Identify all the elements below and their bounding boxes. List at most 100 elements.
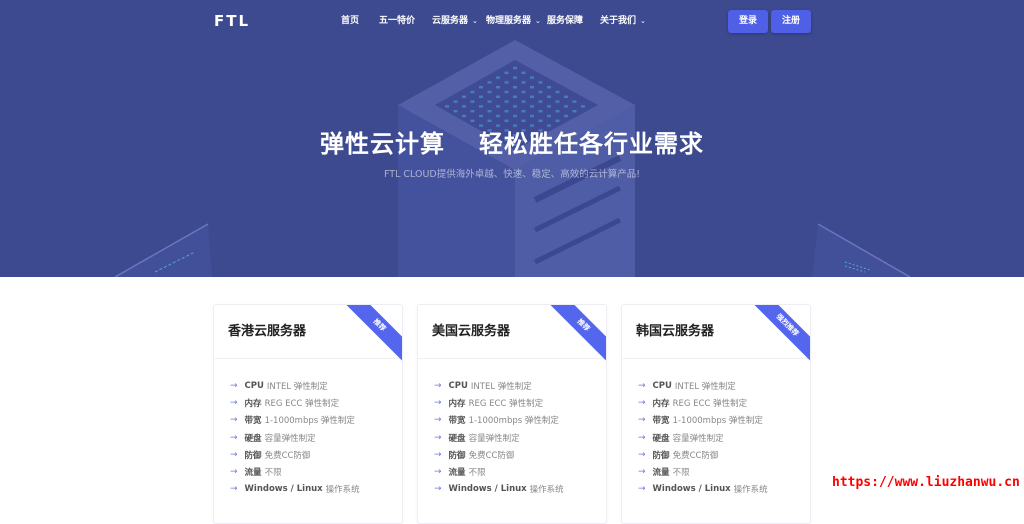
server-light [521,81,526,84]
spec-item: → Windows / Linux 操作系统 [434,481,564,498]
server-light [521,110,526,113]
server-light [453,100,458,103]
spec-key: 硬盘 [652,433,670,444]
spec-item: → Windows / Linux 操作系统 [638,481,768,498]
spec-value: 免费CC防御 [264,450,311,461]
spec-value: INTEL 弹性制定 [674,381,736,392]
card-header: 香港云服务器 推荐 [214,305,402,361]
server-light [538,90,543,94]
server-light [555,90,560,94]
server-light [547,114,551,118]
server-light [530,86,534,89]
spec-value: 容量弹性制定 [468,433,520,444]
spec-list: → CPU INTEL 弹性制定 → 内存 REG ECC 弹性制定 → 带宽 1-1000mb… [230,377,360,498]
product-card-hk[interactable]: 香港云服务器 推荐 → CPU INTEL 弹性制定 → 内存 REG ECC 弹性制定 →… [213,304,403,524]
spec-key: 内存 [244,398,262,409]
watermark: https://www.liuzhanwu.cn [832,475,1020,490]
card-title: 美国云服务器 [432,324,511,339]
spec-item: → CPU INTEL 弹性制定 [638,377,768,394]
arrow-right-icon: → [434,484,442,495]
card-title: 香港云服务器 [228,324,307,339]
nav-item-label: 关于我们 [600,16,637,26]
nav-item-may-day-sale[interactable]: 五一特价 [379,13,415,26]
spec-key: 防御 [244,450,262,461]
spec-item: → Windows / Linux 操作系统 [230,481,360,498]
spec-value: INTEL 弹性制定 [470,381,532,392]
server-light [530,105,534,108]
server-light [487,119,492,122]
arrow-right-icon: → [434,415,442,426]
server-light [479,86,483,89]
server-light [547,86,551,89]
logo[interactable]: FTL [214,12,250,30]
server-light [513,114,517,118]
spec-value: 1-1000mbps 弹性制定 [264,416,355,427]
server-light [453,110,458,113]
server-light [496,105,500,108]
spec-item: → 流量 不限 [638,463,768,480]
product-card-kr[interactable]: 韩国云服务器 强烈推荐 → CPU INTEL 弹性制定 → 内存 REG ECC 弹性制… [621,304,811,524]
server-light [496,76,500,79]
spec-key: 带宽 [652,416,670,427]
spec-item: → 内存 REG ECC 弹性制定 [434,394,564,411]
spec-key: Windows / Linux [652,484,731,495]
server-light [513,105,517,108]
nav-item-home[interactable]: 首页 [341,13,359,26]
spec-value: 不限 [672,468,690,479]
server-light [496,95,500,98]
arrow-right-icon: → [230,449,238,460]
card-header: 美国云服务器 推荐 [418,305,606,361]
arrow-right-icon: → [638,432,646,443]
nav-item-about-us[interactable]: 关于我们 ⌄ [600,13,646,26]
server-light [496,86,500,89]
server-light [521,100,526,103]
server-light [487,81,492,84]
spec-key: 防御 [448,450,466,461]
chevron-down-icon: ⌄ [640,17,646,25]
product-card-us[interactable]: 美国云服务器 推荐 → CPU INTEL 弹性制定 → 内存 REG ECC 弹性制定 →… [417,304,607,524]
server-light [555,119,560,122]
arrow-right-icon: → [638,449,646,460]
server-light [445,105,449,108]
arrow-right-icon: → [638,397,646,408]
server-light [504,100,509,103]
server-light [487,90,492,94]
top-nav: FTL 首页 五一特价 云服务器 ⌄ 物理服务器 ⌄ 服务保障 关于我们 ⌄ 登录 注… [0,0,1024,40]
hero-subtitle: FTL CLOUD提供海外卓越、快速、稳定、高效的云计算产品! [383,169,641,180]
spec-item: → 流量 不限 [230,463,360,480]
spec-list: → CPU INTEL 弹性制定 → 内存 REG ECC 弹性制定 → 带宽 1-1000mb… [638,377,768,498]
server-light [487,100,492,103]
spec-key: Windows / Linux [244,484,323,495]
chevron-down-icon: ⌄ [472,17,478,25]
nav-item-physical-server[interactable]: 物理服务器 ⌄ [486,13,541,26]
spec-key: Windows / Linux [448,484,527,495]
spec-item: → CPU INTEL 弹性制定 [434,377,564,394]
spec-value: 免费CC防御 [468,450,515,461]
server-light [572,110,577,113]
spec-value: INTEL 弹性制定 [266,381,328,392]
server-light [538,81,543,84]
spec-value: 不限 [468,468,486,479]
nav-item-cloud-server[interactable]: 云服务器 ⌄ [432,13,478,26]
server-light [513,66,517,70]
arrow-right-icon: → [638,380,646,391]
spec-value: 操作系统 [529,485,564,496]
card-title: 韩国云服务器 [636,324,715,339]
server-light [564,105,568,108]
login-button[interactable]: 登录 [728,10,768,33]
register-button[interactable]: 注册 [771,10,811,33]
hero-title: 弹性云计算 轻松胜任各行业需求 [0,124,1024,159]
arrow-right-icon: → [434,467,442,478]
server-light [547,105,551,108]
server-light [521,71,526,74]
server-light [504,71,509,74]
recommend-badge: 推荐 [550,305,606,361]
spec-value: 操作系统 [733,485,768,496]
spec-key: 流量 [244,468,262,479]
nav-item-service-guarantee[interactable]: 服务保障 [547,13,583,26]
spec-value: 容量弹性制定 [672,433,724,444]
server-light [530,76,534,79]
hero-title-left: 弹性云计算 [320,130,445,158]
spec-key: 内存 [448,398,466,409]
nav-item-label: 云服务器 [432,16,469,26]
